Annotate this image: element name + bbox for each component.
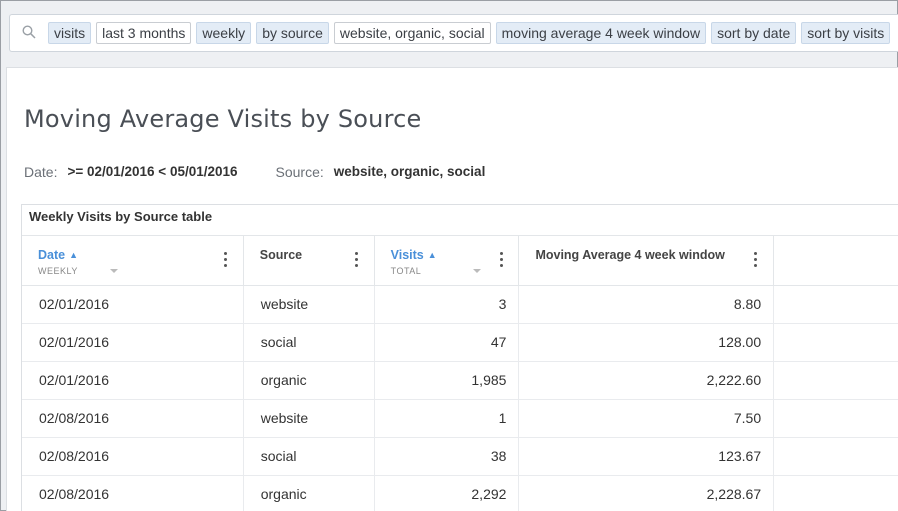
cell-date: 02/01/2016 (22, 286, 244, 323)
column-header-visits[interactable]: Visits ▲ TOTAL (375, 236, 520, 285)
cell-empty (774, 438, 898, 475)
column-label[interactable]: Moving Average 4 week window (535, 248, 724, 262)
cell-date: 02/01/2016 (22, 362, 244, 399)
cell-visits: 38 (375, 438, 520, 475)
cell-empty (774, 286, 898, 323)
cell-source: social (244, 324, 375, 361)
table-row[interactable]: 02/08/2016 organic 2,292 2,228.67 (22, 476, 898, 511)
table-row[interactable]: 02/01/2016 organic 1,985 2,222.60 (22, 362, 898, 400)
cell-empty (774, 400, 898, 437)
cell-source: social (244, 438, 375, 475)
date-filter-label: Date: (24, 164, 58, 180)
sort-up-icon: ▲ (69, 250, 79, 260)
search-token[interactable]: by source (256, 22, 329, 44)
table-row[interactable]: 02/01/2016 website 3 8.80 (22, 286, 898, 324)
search-icon (22, 25, 38, 41)
date-filter-value[interactable]: >= 02/01/2016 < 05/01/2016 (67, 164, 237, 180)
search-token[interactable]: last 3 months (96, 22, 192, 44)
source-filter-value[interactable]: website, organic, social (334, 164, 486, 180)
table-row[interactable]: 02/01/2016 social 47 128.00 (22, 324, 898, 362)
cell-date: 02/08/2016 (22, 476, 244, 511)
table-title: Weekly Visits by Source table (22, 205, 898, 236)
cell-visits: 2,292 (375, 476, 520, 511)
column-label[interactable]: Date ▲ (38, 248, 78, 262)
cell-visits: 47 (375, 324, 520, 361)
cell-source: website (244, 400, 375, 437)
search-token[interactable]: sort by visits (801, 22, 891, 44)
column-header-moving-average[interactable]: Moving Average 4 week window (519, 236, 775, 285)
cell-date: 02/08/2016 (22, 438, 244, 475)
sort-up-icon: ▲ (427, 250, 437, 260)
search-token[interactable]: visits (48, 22, 92, 44)
source-filter-label: Source: (275, 164, 324, 180)
cell-source: organic (244, 476, 375, 511)
cell-moving-average: 123.67 (519, 438, 775, 475)
column-sublabel: TOTAL (390, 266, 422, 276)
results-table: Weekly Visits by Source table Date ▲ WEEK… (21, 204, 898, 511)
kebab-menu-icon[interactable] (224, 252, 228, 270)
kebab-menu-icon[interactable] (499, 252, 504, 270)
search-token[interactable]: sort by date (711, 22, 797, 44)
cell-date: 02/08/2016 (22, 400, 244, 437)
filter-summary: Date: >= 02/01/2016 < 05/01/2016 Source:… (24, 164, 523, 180)
column-header-empty (774, 236, 898, 285)
cell-source: website (244, 286, 375, 323)
cell-source: organic (244, 362, 375, 399)
column-label[interactable]: Source (260, 248, 302, 262)
column-header-source[interactable]: Source (244, 236, 375, 285)
column-label[interactable]: Visits ▲ (391, 248, 437, 262)
kebab-menu-icon[interactable] (354, 252, 359, 270)
search-token[interactable]: weekly (196, 22, 252, 44)
page-title: Moving Average Visits by Source (24, 105, 422, 133)
cell-empty (774, 324, 898, 361)
column-header-date[interactable]: Date ▲ WEEKLY (22, 236, 244, 285)
cell-empty (774, 362, 898, 399)
cell-moving-average: 8.80 (519, 286, 775, 323)
kebab-menu-icon[interactable] (754, 252, 758, 270)
table-row[interactable]: 02/08/2016 website 1 7.50 (22, 400, 898, 438)
cell-moving-average: 128.00 (519, 324, 775, 361)
cell-moving-average: 2,222.60 (519, 362, 775, 399)
answer-panel: Moving Average Visits by Source Date: >=… (6, 67, 898, 511)
search-token[interactable]: moving average 4 week window (495, 22, 707, 44)
cell-visits: 1 (375, 400, 520, 437)
column-sublabel: WEEKLY (38, 266, 78, 276)
cell-visits: 1,985 (375, 362, 520, 399)
cell-date: 02/01/2016 (22, 324, 244, 361)
chevron-down-icon[interactable] (110, 269, 118, 273)
chevron-down-icon[interactable] (472, 269, 481, 273)
search-token[interactable]: website, organic, social (333, 22, 491, 44)
table-header: Date ▲ WEEKLY Source Visits ▲ TOTAL Moving… (22, 236, 898, 286)
cell-empty (774, 476, 898, 511)
table-row[interactable]: 02/08/2016 social 38 123.67 (22, 438, 898, 476)
search-bar[interactable]: visits last 3 months weekly by source we… (9, 14, 898, 52)
cell-moving-average: 2,228.67 (519, 476, 775, 511)
cell-visits: 3 (375, 286, 520, 323)
cell-moving-average: 7.50 (519, 400, 775, 437)
